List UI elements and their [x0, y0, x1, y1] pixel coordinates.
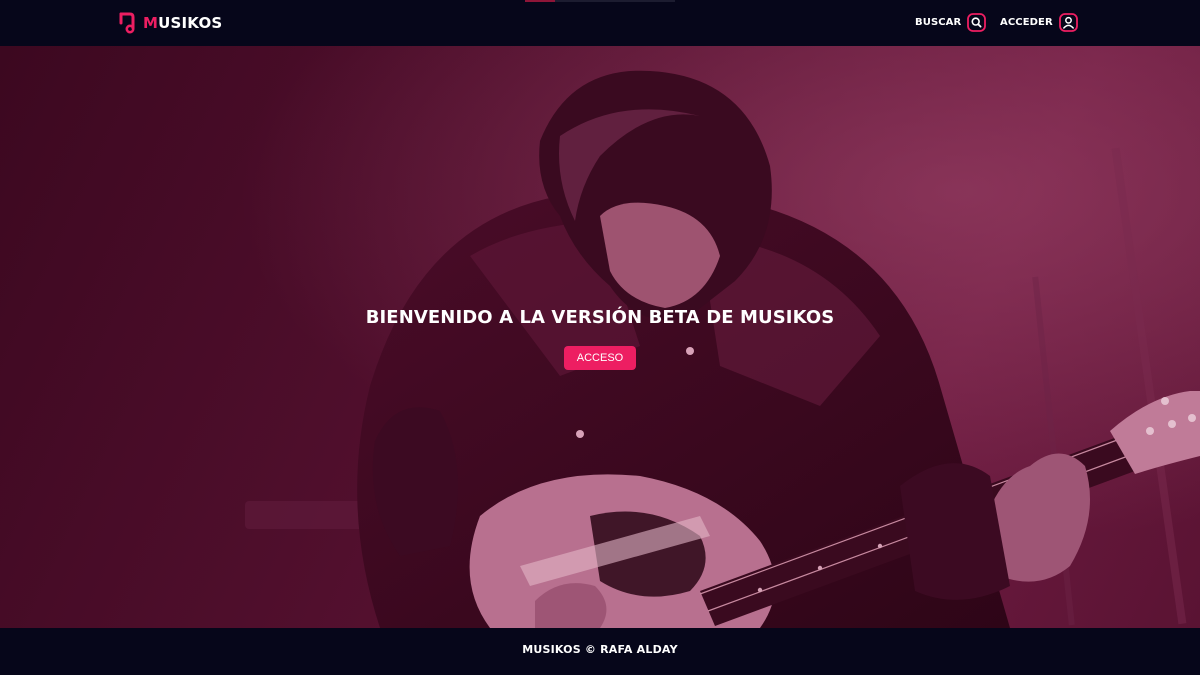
top-progress-accent — [525, 0, 675, 2]
search-icon — [967, 13, 987, 32]
hero-background-photo — [0, 46, 1200, 628]
hero-title: BIENVENIDO A LA VERSIÓN BETA DE MUSIKOS — [365, 307, 835, 328]
footer: MUSIKOS © RAFA ALDAY — [0, 628, 1200, 675]
search-nav-link[interactable]: BUSCAR — [915, 13, 987, 32]
login-nav-link[interactable]: ACCEDER — [1000, 13, 1078, 32]
user-icon — [1058, 13, 1078, 32]
hero-section: BIENVENIDO A LA VERSIÓN BETA DE MUSIKOS … — [0, 46, 1200, 628]
footer-copyright: MUSIKOS © RAFA ALDAY — [522, 643, 678, 656]
login-nav-label: ACCEDER — [1000, 17, 1053, 28]
brand-name-rest: USIKOS — [158, 14, 223, 32]
brand-name: MUSIKOS — [143, 14, 222, 32]
top-navbar: MUSIKOS BUSCAR ACCEDER — [0, 0, 1200, 46]
access-button[interactable]: ACCESO — [564, 346, 636, 370]
brand-home-link[interactable]: MUSIKOS — [118, 12, 222, 34]
search-nav-label: BUSCAR — [915, 17, 962, 28]
music-note-logo-icon — [119, 12, 135, 34]
brand-name-initial: M — [143, 14, 159, 32]
